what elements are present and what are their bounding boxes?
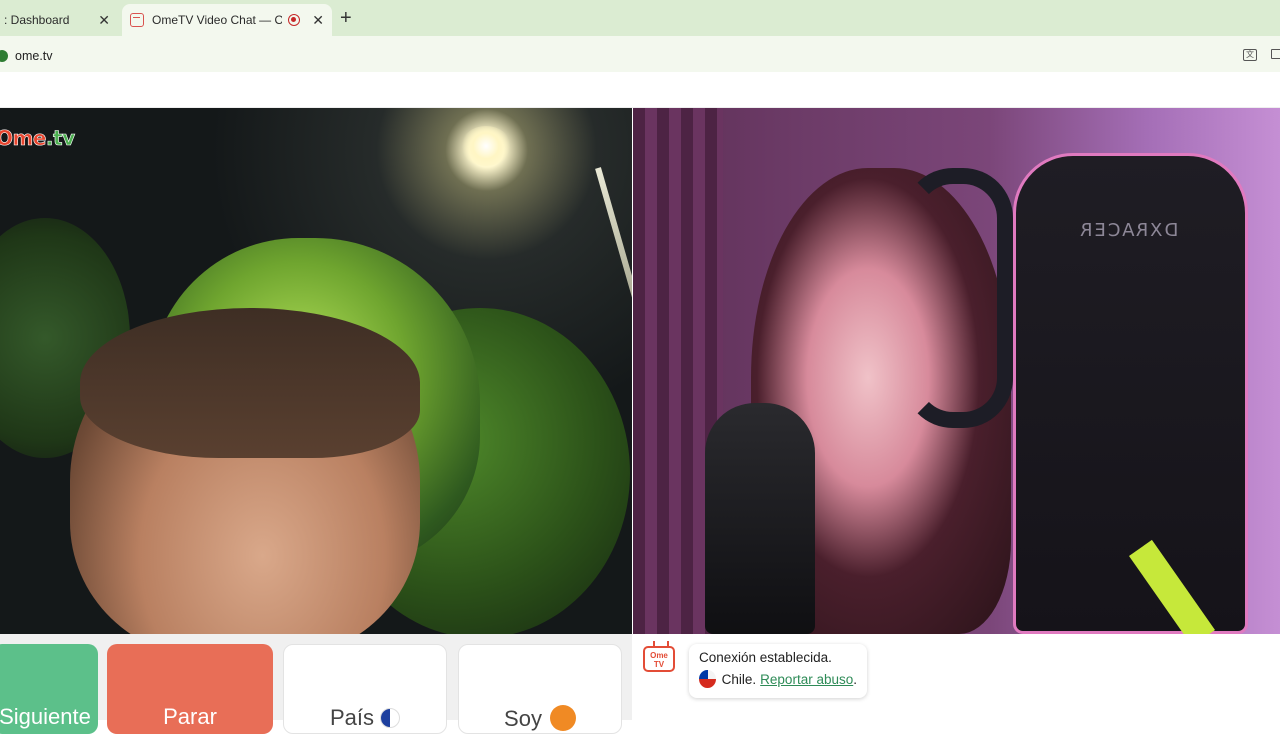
gender-button[interactable]: Soy <box>458 644 622 734</box>
site-info-icon[interactable] <box>0 50 8 62</box>
connection-status-text: Conexión establecida. <box>699 650 832 665</box>
system-message: Conexión establecida. Chile. Reportar ab… <box>689 644 867 698</box>
browser-tab-strip: : Dashboard ✕ OmeTV Video Chat — Ome ✕ + <box>0 0 1280 36</box>
url-text[interactable]: ome.tv <box>15 49 53 63</box>
tv-favicon-icon <box>130 13 144 27</box>
chile-flag-icon <box>699 670 716 688</box>
tab-ometv[interactable]: OmeTV Video Chat — Ome ✕ <box>122 4 332 36</box>
gender-icon <box>549 705 576 731</box>
page-header-spacer <box>0 72 1280 108</box>
ometv-logo: Ome.tv <box>0 126 75 151</box>
chair-brand-text: DXRACER <box>1078 220 1179 241</box>
report-abuse-link[interactable]: Reportar abuso <box>760 672 853 687</box>
tab-dashboard[interactable]: : Dashboard ✕ <box>0 4 118 36</box>
country-flag-icon <box>380 708 401 728</box>
chat-controls: Siguiente Parar País Soy <box>0 634 632 734</box>
stranger-video: Ome.tv <box>0 108 632 634</box>
cast-icon[interactable] <box>1271 49 1280 59</box>
next-button[interactable]: Siguiente <box>0 644 98 734</box>
tab-title: : Dashboard <box>4 13 70 27</box>
microphone <box>705 403 815 634</box>
lamp-pole <box>595 167 632 333</box>
close-tab-icon[interactable]: ✕ <box>98 12 110 28</box>
trailing-period: . <box>853 671 857 687</box>
country-text: Chile. <box>721 671 757 687</box>
tab-title: OmeTV Video Chat — Ome <box>152 13 282 27</box>
street-lamp <box>461 126 511 166</box>
new-tab-button[interactable]: + <box>340 8 352 28</box>
country-button[interactable]: País <box>283 644 447 734</box>
recording-indicator-icon <box>288 14 300 26</box>
translate-icon[interactable]: 文 <box>1243 49 1257 61</box>
person-hair <box>80 308 420 458</box>
ometv-tv-icon: Ome TV <box>643 646 675 672</box>
headset <box>903 168 1013 428</box>
stop-button[interactable]: Parar <box>107 644 273 734</box>
address-bar: ome.tv 文 <box>0 36 1280 72</box>
self-video: DXRACER <box>633 108 1280 634</box>
close-tab-icon[interactable]: ✕ <box>312 12 324 28</box>
chat-panel: Ome TV Conexión establecida. Chile. Repo… <box>633 634 1280 720</box>
